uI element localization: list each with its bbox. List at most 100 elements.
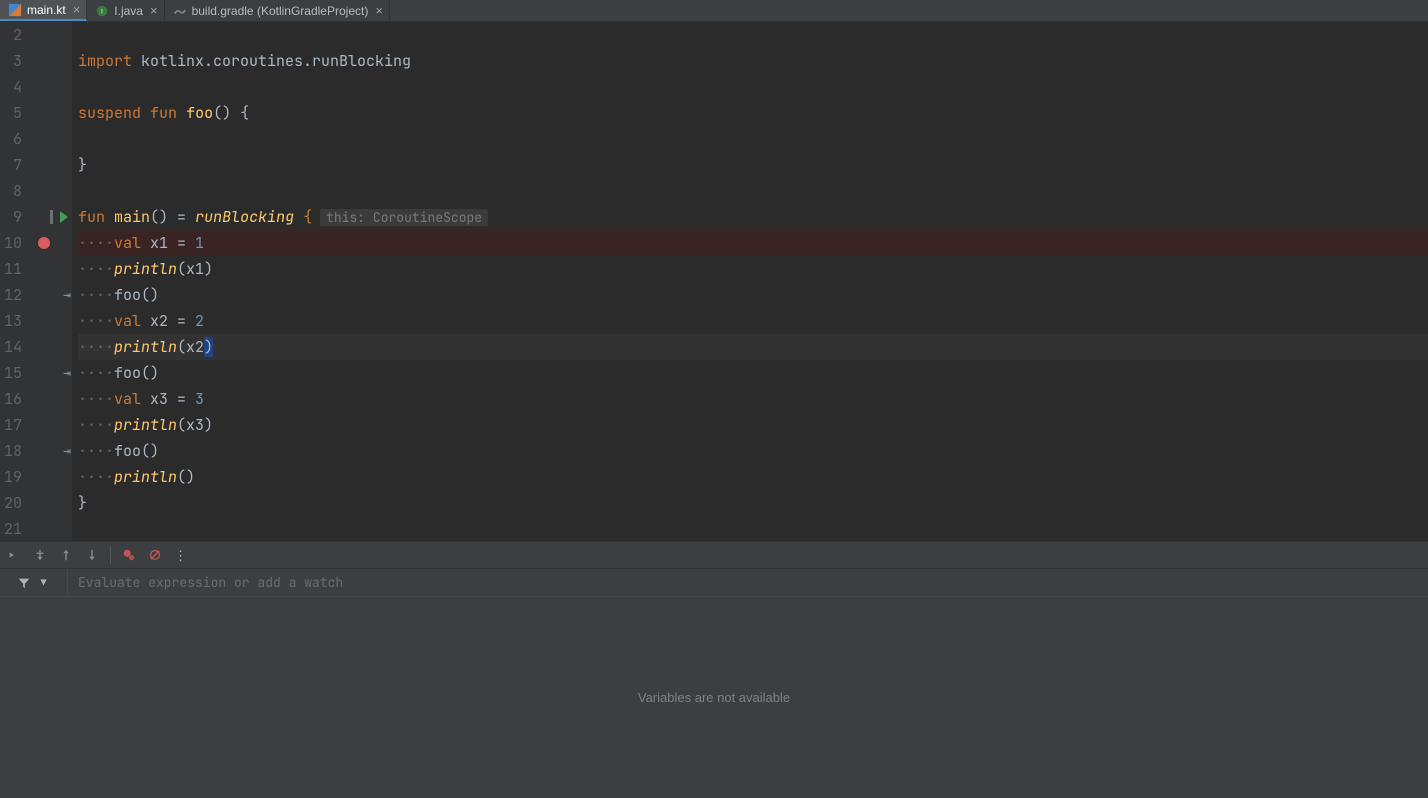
svg-text:I: I [101, 8, 103, 15]
line-number: 13 [2, 308, 22, 334]
code-line[interactable]: ····println(x1) [78, 256, 1428, 282]
gutter-line[interactable]: 3 [0, 48, 72, 74]
code-line[interactable]: ····println(x3) [78, 412, 1428, 438]
java-icon: I [95, 4, 109, 18]
gutter-line[interactable]: 2 [0, 22, 72, 48]
chevron-down-icon[interactable]: ▼ [36, 575, 52, 591]
separator [110, 546, 111, 564]
step-over-icon[interactable] [6, 547, 22, 563]
gutter-line[interactable]: 21 [0, 516, 72, 541]
evaluate-icon[interactable] [121, 547, 137, 563]
code-line[interactable]: ····foo() [78, 438, 1428, 464]
code-line[interactable]: ····foo() [78, 282, 1428, 308]
gutter-line[interactable]: 12 ⇥ [0, 282, 72, 308]
run-gutter-icon[interactable] [50, 210, 68, 224]
tab-main-kt[interactable]: main.kt × [0, 0, 87, 21]
gutter-line[interactable]: 10 [0, 230, 72, 256]
line-number: 4 [2, 74, 22, 100]
gutter-line[interactable]: 17 [0, 412, 72, 438]
suspend-icon[interactable]: ⇥ [63, 438, 68, 464]
code-line[interactable]: } [78, 490, 1428, 516]
code-line[interactable]: ····val x3 = 3 [78, 386, 1428, 412]
code-line[interactable]: } [78, 152, 1428, 178]
gutter-line[interactable]: 6 [0, 126, 72, 152]
code-line[interactable] [78, 22, 1428, 48]
tab-label: I.java [114, 4, 143, 18]
code-editor[interactable]: 23456789101112 ⇥ 131415 ⇥ 161718 ⇥ 192021 impo… [0, 22, 1428, 541]
watch-bar: ▼ [0, 569, 1428, 597]
line-number: 21 [2, 516, 22, 541]
gutter-line[interactable]: 16 [0, 386, 72, 412]
close-icon[interactable]: × [375, 4, 383, 17]
editor-gutter[interactable]: 23456789101112 ⇥ 131415 ⇥ 161718 ⇥ 192021 [0, 22, 72, 541]
code-area[interactable]: import kotlinx.coroutines.runBlocking sus… [72, 22, 1428, 541]
line-number: 6 [2, 126, 22, 152]
code-line[interactable]: fun main() = runBlocking {this: Coroutin… [78, 204, 1428, 230]
editor-tabs: main.kt × I I.java × build.gradle (Kotli… [0, 0, 1428, 22]
line-number: 8 [2, 178, 22, 204]
gutter-line[interactable]: 8 [0, 178, 72, 204]
code-line[interactable] [78, 74, 1428, 100]
line-number: 10 [2, 230, 22, 256]
line-number: 15 [2, 360, 22, 386]
gutter-line[interactable]: 19 [0, 464, 72, 490]
code-line[interactable] [78, 178, 1428, 204]
line-number: 2 [2, 22, 22, 48]
variables-empty-text: Variables are not available [638, 690, 790, 705]
gradle-icon [173, 4, 187, 18]
line-number: 3 [2, 48, 22, 74]
gutter-line[interactable]: 13 [0, 308, 72, 334]
line-number: 16 [2, 386, 22, 412]
line-number: 5 [2, 100, 22, 126]
line-number: 14 [2, 334, 22, 360]
line-number: 11 [2, 256, 22, 282]
mute-breakpoints-icon[interactable] [147, 547, 163, 563]
tab-label: build.gradle (KotlinGradleProject) [192, 4, 369, 18]
code-line[interactable]: import kotlinx.coroutines.runBlocking [78, 48, 1428, 74]
tab-label: main.kt [27, 3, 66, 17]
code-line[interactable] [78, 516, 1428, 541]
gutter-line[interactable]: 20 [0, 490, 72, 516]
close-icon[interactable]: × [73, 3, 81, 16]
step-into-icon[interactable] [32, 547, 48, 563]
filter-icon[interactable] [16, 575, 32, 591]
watch-input[interactable] [68, 569, 1428, 596]
code-line[interactable]: ····foo() [78, 360, 1428, 386]
watch-filter-controls: ▼ [0, 569, 68, 596]
suspend-icon[interactable]: ⇥ [63, 360, 68, 386]
gutter-line[interactable]: 4 [0, 74, 72, 100]
code-line[interactable]: ····val x2 = 2 [78, 308, 1428, 334]
run-to-cursor-icon[interactable] [84, 547, 100, 563]
debug-toolbar: ⋮ [0, 541, 1428, 569]
line-number: 20 [2, 490, 22, 516]
gutter-line[interactable]: 7 [0, 152, 72, 178]
gutter-line[interactable]: 9 [0, 204, 72, 230]
gutter-line[interactable]: 5 [0, 100, 72, 126]
gutter-line[interactable]: 15 ⇥ [0, 360, 72, 386]
more-icon[interactable]: ⋮ [173, 547, 189, 563]
tab-i-java[interactable]: I I.java × [87, 0, 164, 21]
line-number: 19 [2, 464, 22, 490]
debug-panel: ⋮ ▼ Variables are not available [0, 541, 1428, 798]
code-line[interactable]: ····val x1 = 1 [78, 230, 1428, 256]
line-number: 9 [2, 204, 22, 230]
gutter-line[interactable]: 11 [0, 256, 72, 282]
gutter-line[interactable]: 18 ⇥ [0, 438, 72, 464]
code-line[interactable] [78, 126, 1428, 152]
kotlin-icon [8, 3, 22, 17]
code-line[interactable]: ····println(x2) [78, 334, 1428, 360]
line-number: 12 [2, 282, 22, 308]
breakpoint-icon[interactable] [38, 237, 50, 249]
inlay-hint: this: CoroutineScope [320, 209, 488, 226]
line-number: 7 [2, 152, 22, 178]
line-number: 18 [2, 438, 22, 464]
gutter-line[interactable]: 14 [0, 334, 72, 360]
variables-panel: Variables are not available [0, 597, 1428, 798]
close-icon[interactable]: × [150, 4, 158, 17]
line-number: 17 [2, 412, 22, 438]
code-line[interactable]: ····println() [78, 464, 1428, 490]
suspend-icon[interactable]: ⇥ [63, 282, 68, 308]
code-line[interactable]: suspend fun foo() { [78, 100, 1428, 126]
tab-build-gradle[interactable]: build.gradle (KotlinGradleProject) × [165, 0, 390, 21]
step-out-icon[interactable] [58, 547, 74, 563]
